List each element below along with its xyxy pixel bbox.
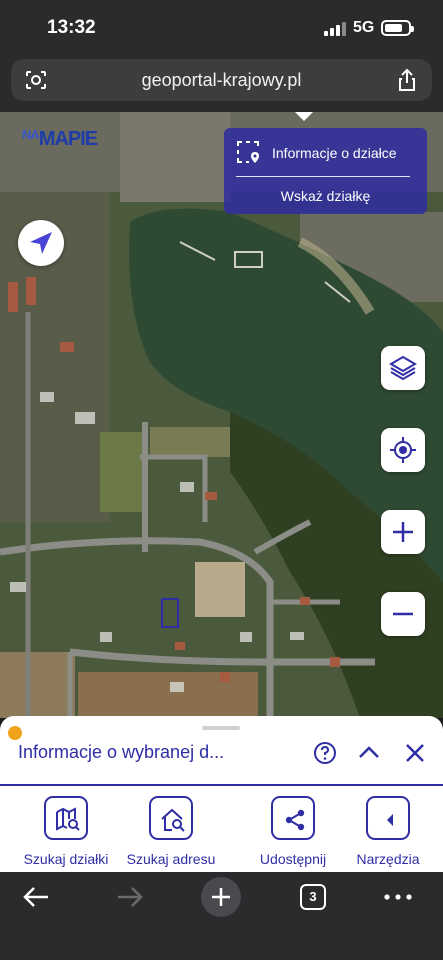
parcel-info-title: Informacje o działce (272, 145, 397, 161)
parcel-info-panel[interactable]: Informacje o działce Wskaż działkę (224, 128, 427, 214)
parcel-info-header[interactable]: Informacje o działce (236, 140, 426, 166)
navigation-arrow-icon (30, 232, 52, 254)
tools-label: Narzędzia (356, 851, 420, 867)
brand-logo: NAMAPIE (22, 127, 98, 150)
zoom-out-icon (393, 612, 413, 616)
panel-pointer (295, 112, 313, 121)
sheet-title: Informacje o wybranej d... (18, 742, 225, 762)
parcel-info-sheet[interactable]: Informacje o wybranej d... (0, 716, 443, 784)
tabs-button[interactable]: 3 (300, 884, 326, 910)
zoom-in-button[interactable] (381, 510, 425, 554)
share-button[interactable]: Udostępnij (243, 796, 343, 868)
browser-toolbar: 3 (0, 872, 443, 960)
locate-icon (390, 437, 416, 463)
battery-level (385, 24, 402, 32)
forward-arrow-icon[interactable] (116, 886, 144, 908)
close-icon[interactable] (404, 742, 426, 764)
new-tab-button[interactable] (201, 877, 241, 917)
select-area-icon (237, 141, 259, 163)
layers-button[interactable] (381, 346, 425, 390)
tools-icon (387, 814, 393, 826)
share-label: Udostępnij (259, 851, 327, 867)
map-search-icon (56, 807, 80, 831)
chevron-up-icon[interactable] (358, 744, 380, 760)
url-bar[interactable]: geoportal-krajowy.pl (11, 59, 432, 101)
network-type: 5G (353, 19, 375, 36)
search-address-button[interactable]: Szukaj adresu (121, 796, 221, 868)
bottom-toolbar: Szukaj działki Szukaj adresu Udostępnij (0, 786, 443, 872)
sheet-drag-handle[interactable] (202, 726, 240, 730)
locate-button[interactable] (381, 428, 425, 472)
home-search-icon (161, 808, 185, 832)
more-icon[interactable] (384, 894, 412, 900)
share-icon (285, 809, 305, 831)
divider (236, 176, 410, 177)
browser-url-area: geoportal-krajowy.pl (0, 56, 443, 112)
zoom-out-button[interactable] (381, 592, 425, 636)
tools-button[interactable]: Narzędzia (338, 796, 438, 868)
plus-icon (212, 888, 230, 906)
status-bar: 13:32 5G (0, 0, 443, 56)
signal-icon (324, 22, 346, 36)
status-time: 13:32 (47, 17, 96, 38)
help-icon[interactable] (313, 741, 337, 765)
battery-icon (381, 20, 414, 36)
search-parcel-button[interactable]: Szukaj działki (16, 796, 116, 868)
select-parcel-button[interactable]: Wskaż działkę (224, 188, 427, 204)
search-parcel-label: Szukaj działki (23, 851, 109, 867)
layers-icon (389, 355, 417, 381)
navigation-arrow-button[interactable] (18, 220, 64, 266)
zoom-in-icon (393, 522, 413, 542)
status-dot (8, 726, 22, 740)
search-address-label: Szukaj adresu (126, 851, 216, 867)
map-view[interactable]: NAMAPIE Informacje o działce Wskaż dział… (0, 112, 443, 718)
url-text[interactable]: geoportal-krajowy.pl (11, 70, 432, 91)
share-icon[interactable] (396, 68, 418, 92)
back-arrow-icon[interactable] (22, 886, 50, 908)
